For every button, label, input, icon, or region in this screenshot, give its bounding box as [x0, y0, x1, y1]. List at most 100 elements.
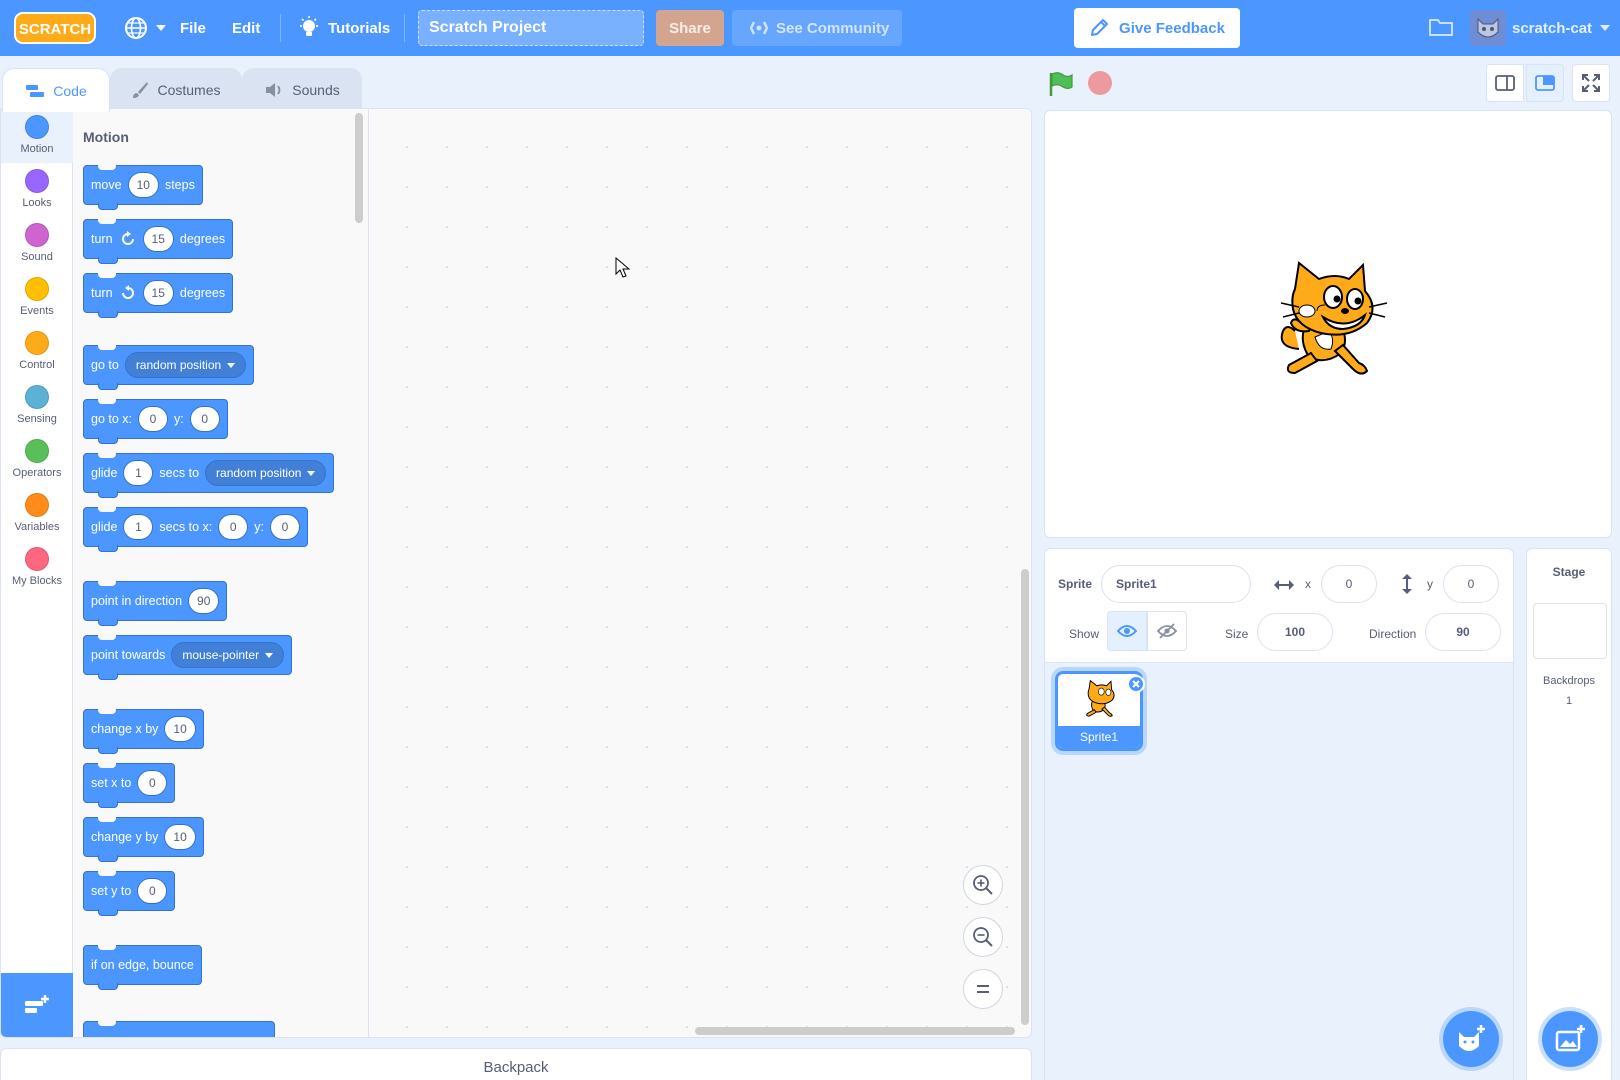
tab-costumes[interactable]: Costumes: [110, 68, 242, 110]
username-label: scratch-cat: [1512, 19, 1593, 37]
direction-input[interactable]: [1425, 613, 1501, 651]
block-partial[interactable]: [83, 1021, 275, 1037]
block-change-y[interactable]: change y by 10: [83, 817, 204, 862]
block-input[interactable]: 10: [164, 824, 196, 850]
block-input[interactable]: 10: [127, 172, 159, 198]
globe-icon: [125, 17, 147, 39]
choose-sprite-button[interactable]: [1443, 1011, 1499, 1067]
backdrops-label: Backdrops: [1543, 675, 1595, 687]
category-operators[interactable]: Operators: [1, 433, 73, 487]
stage-thumbnail[interactable]: [1533, 603, 1607, 659]
block-text: change y by: [91, 830, 159, 844]
zoom-in-button[interactable]: [963, 865, 1003, 905]
tutorials-button[interactable]: Tutorials: [298, 0, 390, 56]
category-sound[interactable]: Sound: [1, 217, 73, 271]
size-input[interactable]: [1257, 613, 1333, 651]
workspace-horizontal-scrollbar[interactable]: [695, 1027, 1015, 1035]
project-title-input[interactable]: [418, 10, 644, 46]
file-menu[interactable]: File: [180, 0, 206, 56]
fullscreen-button[interactable]: [1572, 64, 1610, 102]
code-area: Motion Looks Sound Events Control Sensin…: [0, 108, 1032, 1038]
category-looks[interactable]: Looks: [1, 163, 73, 217]
category-variables[interactable]: Variables: [1, 487, 73, 541]
block-dropdown[interactable]: random position: [124, 352, 247, 378]
block-input[interactable]: 0: [189, 406, 220, 432]
script-workspace[interactable]: [369, 109, 1031, 1037]
block-input[interactable]: 0: [138, 406, 168, 432]
give-feedback-button[interactable]: Give Feedback: [1074, 8, 1240, 48]
choose-backdrop-button[interactable]: [1542, 1011, 1598, 1067]
category-label: Motion: [20, 143, 54, 155]
block-text: if on edge, bounce: [91, 958, 194, 972]
category-dot: [25, 547, 49, 571]
block-input[interactable]: 10: [164, 716, 196, 742]
scratch-logo[interactable]: SCRATCH: [14, 12, 96, 44]
block-set-x[interactable]: set x to 0: [83, 763, 176, 808]
block-input[interactable]: 0: [269, 514, 300, 540]
language-menu[interactable]: [124, 0, 166, 56]
block-dropdown[interactable]: random position: [205, 460, 327, 486]
category-motion[interactable]: Motion: [1, 109, 73, 163]
block-turn-right[interactable]: turn 15 degrees: [83, 219, 234, 264]
hide-sprite-button[interactable]: [1147, 611, 1187, 651]
block-input[interactable]: 1: [123, 514, 154, 540]
category-my-blocks[interactable]: My Blocks: [1, 541, 73, 595]
workspace-vertical-scrollbar[interactable]: [1021, 569, 1029, 1025]
palette-scrollbar[interactable]: [355, 113, 363, 223]
delete-sprite-button[interactable]: [1127, 675, 1145, 693]
mouse-cursor-icon: [615, 257, 631, 278]
green-flag-button[interactable]: [1046, 70, 1074, 98]
stage-canvas[interactable]: [1044, 110, 1612, 538]
see-community-button[interactable]: See Community: [732, 10, 902, 46]
category-dot: [25, 277, 49, 301]
block-text: y:: [254, 520, 264, 534]
zoom-reset-button[interactable]: [963, 969, 1003, 1009]
share-button[interactable]: Share: [656, 10, 724, 46]
add-extension-button[interactable]: [1, 973, 73, 1037]
block-go-to-xy[interactable]: go to x: 0 y: 0: [83, 399, 228, 444]
folder-icon[interactable]: [1428, 16, 1454, 38]
category-control[interactable]: Control: [1, 325, 73, 379]
normal-stage-button[interactable]: [1526, 64, 1564, 102]
category-events[interactable]: Events: [1, 271, 73, 325]
brush-icon: [133, 81, 149, 98]
block-turn-left[interactable]: turn 15 degrees: [83, 273, 234, 318]
small-stage-button[interactable]: [1486, 64, 1524, 102]
show-sprite-button[interactable]: [1107, 611, 1147, 651]
y-position-input[interactable]: [1443, 565, 1499, 603]
sprite-name-input[interactable]: [1101, 565, 1251, 603]
block-go-to[interactable]: go to random position: [83, 345, 255, 390]
scratch-cat-sprite[interactable]: [1269, 261, 1389, 385]
block-dropdown[interactable]: mouse-pointer: [171, 642, 285, 668]
block-input[interactable]: 0: [137, 770, 168, 796]
stage-target-pane[interactable]: Stage Backdrops 1: [1526, 548, 1612, 1080]
x-position-input[interactable]: [1321, 565, 1377, 603]
block-input[interactable]: 90: [188, 588, 220, 614]
block-glide-xy[interactable]: glide 1 secs to x: 0 y: 0: [83, 507, 308, 552]
block-glide-to[interactable]: glide 1 secs to random position: [83, 453, 335, 498]
tab-sounds[interactable]: Sounds: [242, 68, 362, 110]
block-input[interactable]: 15: [142, 226, 174, 252]
blocks-palette: Motion move 10 steps turn 15 degrees tur…: [73, 109, 369, 1037]
block-input[interactable]: 1: [123, 460, 154, 486]
zoom-out-button[interactable]: [963, 917, 1003, 957]
block-input[interactable]: 0: [137, 878, 168, 904]
block-change-x[interactable]: change x by 10: [83, 709, 204, 754]
block-point-direction[interactable]: point in direction 90: [83, 581, 228, 626]
tab-code[interactable]: Code: [2, 68, 110, 112]
category-dot: [25, 385, 49, 409]
edit-menu[interactable]: Edit: [232, 0, 260, 56]
cat-face-icon: [1477, 17, 1499, 38]
category-sensing[interactable]: Sensing: [1, 379, 73, 433]
block-input[interactable]: 0: [218, 514, 249, 540]
block-set-y[interactable]: set y to 0: [83, 871, 176, 916]
block-point-towards[interactable]: point towards mouse-pointer: [83, 635, 293, 680]
block-bounce[interactable]: if on edge, bounce: [83, 945, 202, 990]
block-input[interactable]: 15: [142, 280, 174, 306]
stop-button[interactable]: [1088, 71, 1112, 95]
block-move-steps[interactable]: move 10 steps: [83, 165, 203, 210]
backpack[interactable]: Backpack: [0, 1048, 1032, 1080]
account-menu[interactable]: scratch-cat: [1512, 0, 1611, 56]
category-label: Operators: [12, 467, 62, 479]
avatar[interactable]: [1470, 10, 1506, 46]
